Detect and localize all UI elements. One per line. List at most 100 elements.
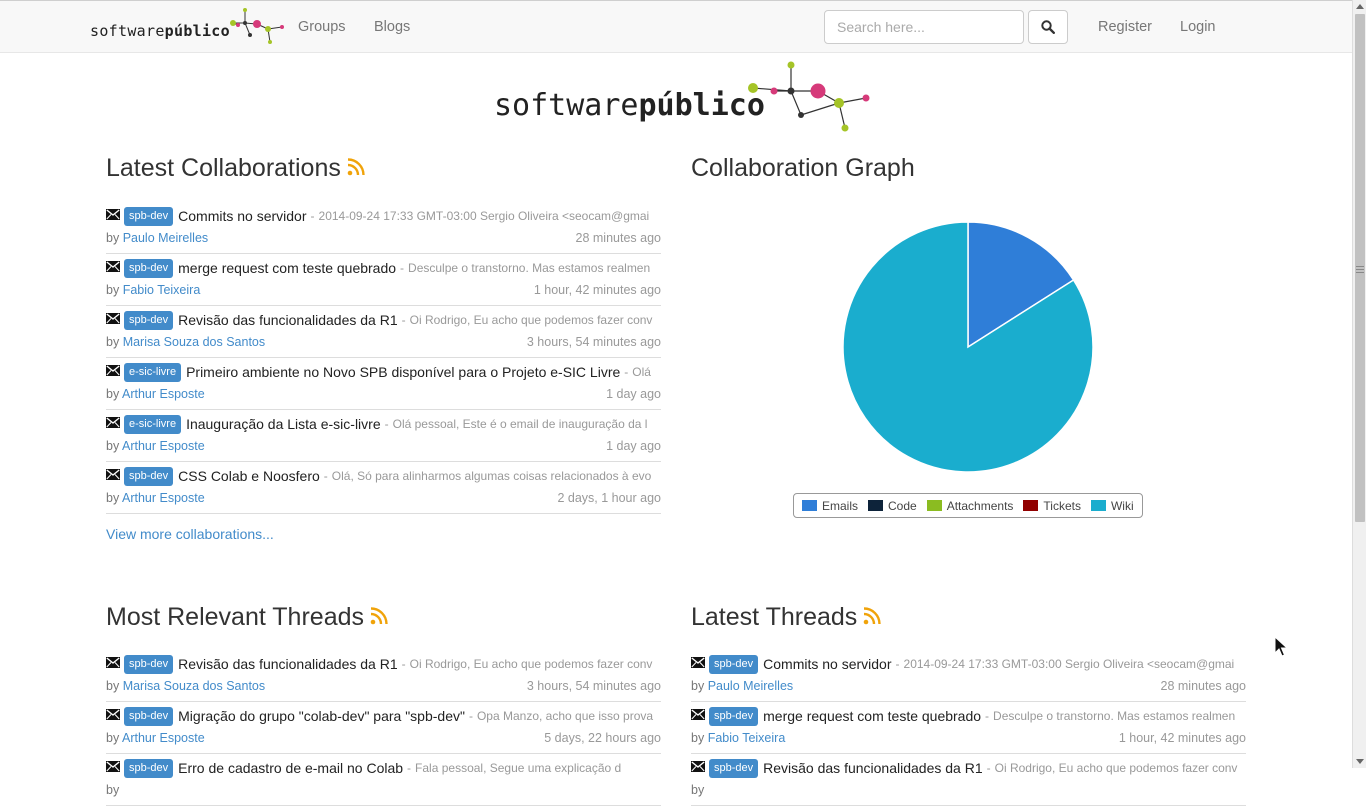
thread-excerpt: Oi Rodrigo, Eu acho que podemos fazer co… [409, 657, 653, 671]
item-header: spb-dev Revisão das funcionalidades da R1… [106, 653, 661, 675]
item-meta: by Fabio Teixeira 1 hour, 42 minutes ago [691, 731, 1246, 745]
item-separator: - [384, 417, 389, 431]
nav-blogs-link[interactable]: Blogs [374, 19, 410, 35]
legend-item-wiki[interactable]: Wiki [1090, 499, 1134, 513]
scroll-down-arrow-icon[interactable] [1356, 759, 1364, 764]
item-header: spb-dev Commits no servidor -2014-09-24 17… [106, 205, 661, 227]
author-link[interactable]: Fabio Teixeira [123, 283, 201, 297]
item-meta: by Arthur Esposte 1 day ago [106, 387, 661, 401]
main-logo: softwarepúblico [494, 58, 874, 138]
timestamp: 1 day ago [606, 439, 661, 453]
group-tag-badge[interactable]: e-sic-livre [124, 414, 182, 434]
thread-title-link[interactable]: Revisão das funcionalidades da R1 [178, 312, 397, 328]
legend-item-attachments[interactable]: Attachments [926, 498, 1014, 513]
thread-title-link[interactable]: Commits no servidor [763, 656, 891, 672]
thread-title-link[interactable]: Erro de cadastro de e-mail no Colab [178, 760, 403, 776]
item-separator: - [407, 761, 412, 775]
thread-title-link[interactable]: CSS Colab e Noosfero [178, 468, 320, 484]
group-tag-badge[interactable]: spb-dev [124, 654, 174, 674]
legend-swatch [1090, 500, 1106, 511]
logo-text: softwarepúblico [494, 88, 765, 123]
timestamp: 1 day ago [606, 387, 661, 401]
mail-icon [106, 207, 120, 225]
thread-title-link[interactable]: merge request com teste quebrado [763, 708, 981, 724]
by-label: by [106, 439, 120, 453]
item-meta: by Paulo Meirelles 28 minutes ago [106, 231, 661, 245]
thread-excerpt: 2014-09-24 17:33 GMT-03:00 Sergio Olivei… [318, 209, 650, 223]
item-header: spb-dev merge request com teste quebrado -… [691, 705, 1246, 727]
by-label: by [691, 679, 705, 693]
author-link[interactable]: Arthur Esposte [122, 439, 205, 453]
item-header: spb-dev Migração do grupo "colab-dev" par… [106, 705, 661, 727]
by-label: by [106, 783, 120, 797]
legend-item-code[interactable]: Code [868, 499, 917, 513]
thread-title-link[interactable]: merge request com teste quebrado [178, 260, 396, 276]
item-separator: - [895, 657, 900, 671]
thread-excerpt: Olá [632, 365, 651, 379]
item-separator: - [624, 365, 629, 379]
thread-excerpt: 2014-09-24 17:33 GMT-03:00 Sergio Olivei… [903, 657, 1235, 671]
group-tag-badge[interactable]: spb-dev [709, 654, 759, 674]
author-link[interactable]: Paulo Meirelles [123, 231, 208, 245]
scroll-up-arrow-icon[interactable] [1356, 4, 1364, 9]
search-button[interactable] [1028, 10, 1068, 44]
group-tag-badge[interactable]: spb-dev [709, 758, 759, 778]
register-link[interactable]: Register [1098, 19, 1152, 35]
search-input[interactable] [824, 10, 1024, 44]
legend-item-emails[interactable]: Emails [802, 499, 858, 513]
mail-icon [106, 759, 120, 777]
author-link[interactable]: Arthur Esposte [122, 491, 205, 505]
item-meta: by Arthur Esposte 2 days, 1 hour ago [106, 491, 661, 505]
top-navbar: softwarepúblico Groups Blogs Register Lo… [0, 0, 1352, 53]
legend-item-tickets[interactable]: Tickets [1023, 499, 1081, 513]
author-link[interactable]: Arthur Esposte [122, 731, 205, 745]
timestamp: 3 hours, 54 minutes ago [526, 679, 661, 693]
author-link[interactable]: Arthur Esposte [122, 387, 205, 401]
author-link[interactable]: Paulo Meirelles [708, 679, 793, 693]
group-tag-badge[interactable]: spb-dev [124, 466, 174, 486]
collaboration-graph-heading: Collaboration Graph [691, 154, 915, 183]
thread-title-link[interactable]: Revisão das funcionalidades da R1 [763, 760, 982, 776]
brand-logo[interactable]: softwarepúblico [90, 7, 286, 47]
author-link[interactable]: Marisa Souza dos Santos [123, 335, 265, 349]
thread-title-link[interactable]: Commits no servidor [178, 208, 306, 224]
item-separator: - [400, 261, 405, 275]
rss-icon[interactable] [370, 603, 388, 632]
thread-title-link[interactable]: Revisão das funcionalidades da R1 [178, 656, 397, 672]
nav-groups-link[interactable]: Groups [298, 19, 346, 35]
thread-title-link[interactable]: Primeiro ambiente no Novo SPB disponível… [186, 364, 620, 380]
group-tag-badge[interactable]: spb-dev [124, 206, 174, 226]
page-scrollbar[interactable] [1352, 0, 1366, 768]
group-tag-badge[interactable]: spb-dev [124, 258, 174, 278]
group-tag-badge[interactable]: spb-dev [709, 706, 759, 726]
item-separator: - [468, 709, 473, 723]
author-link[interactable]: Marisa Souza dos Santos [123, 679, 265, 693]
most-relevant-threads-list: spb-dev Revisão das funcionalidades da R1… [106, 650, 661, 806]
thread-title-link[interactable]: Inauguração da Lista e-sic-livre [186, 416, 381, 432]
latest-collaborations-heading: Latest Collaborations [106, 154, 365, 183]
rss-icon[interactable] [863, 603, 882, 632]
rss-icon[interactable] [347, 154, 365, 183]
item-separator: - [401, 313, 406, 327]
thread-title-link[interactable]: Migração do grupo "colab-dev" para "spb-… [178, 708, 465, 724]
timestamp: 28 minutes ago [575, 231, 661, 245]
by-label: by [106, 731, 120, 745]
login-link[interactable]: Login [1180, 19, 1215, 35]
item-header: spb-dev Revisão das funcionalidades da R1… [691, 757, 1246, 779]
mail-icon [691, 759, 705, 777]
author-link[interactable]: Fabio Teixeira [708, 731, 786, 745]
legend-label: Attachments [946, 498, 1014, 513]
item-header: spb-dev Erro de cadastro de e-mail no Col… [106, 757, 661, 779]
group-tag-badge[interactable]: spb-dev [124, 310, 174, 330]
thread-excerpt: Olá, Só para alinharmos algumas coisas r… [331, 469, 652, 483]
list-item: e-sic-livre Inauguração da Lista e-sic-li… [106, 410, 661, 462]
item-separator: - [401, 657, 406, 671]
group-tag-badge[interactable]: spb-dev [124, 706, 174, 726]
group-tag-badge[interactable]: spb-dev [124, 758, 174, 778]
thread-excerpt: Fala pessoal, Segue uma explicação d [415, 761, 622, 775]
group-tag-badge[interactable]: e-sic-livre [124, 362, 182, 382]
list-item: spb-dev Revisão das funcionalidades da R1… [691, 754, 1246, 806]
view-more-collaborations-link[interactable]: View more collaborations... [106, 526, 274, 542]
mail-icon [106, 311, 120, 329]
list-item: spb-dev merge request com teste quebrado -… [106, 254, 661, 306]
